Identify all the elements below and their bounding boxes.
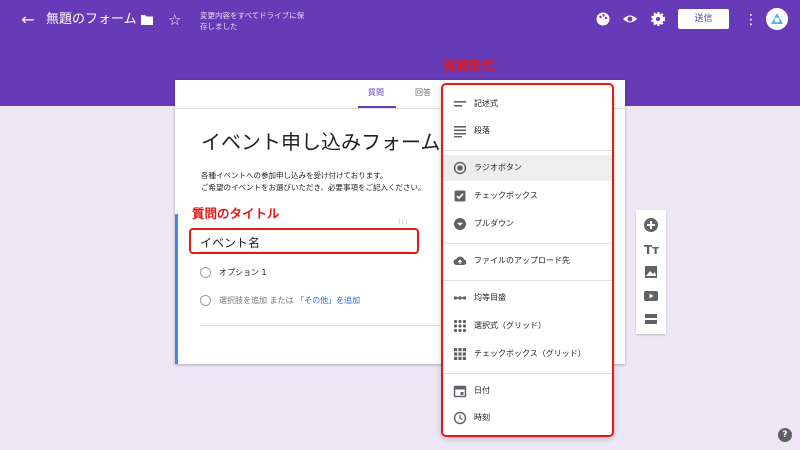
menu-item-checkbox[interactable]: チェックボックス [443,183,612,209]
more-vert-icon[interactable]: ⋮ [744,10,758,30]
menu-item-checkbox-grid[interactable]: チェックボックス（グリッド） [443,341,612,367]
add-title-icon[interactable]: Tт [643,241,659,257]
calendar-icon [453,385,467,398]
add-option-link[interactable]: 選択肢を追加 [219,296,267,305]
send-button[interactable]: 送信 [678,9,729,29]
menu-divider [443,150,612,151]
cloud-upload-icon [453,256,467,265]
avatar-icon[interactable] [766,8,788,30]
star-icon[interactable]: ☆ [168,10,181,30]
form-name[interactable]: 無題のフォーム [46,10,137,30]
menu-divider [443,280,612,281]
add-question-icon[interactable] [643,217,659,233]
form-description[interactable]: 各種イベントへの参加申し込みを受け付けております。 ご希望のイベントをお選びいた… [201,170,425,194]
add-option-row: 選択肢を追加 または 「その他」を追加 [219,295,360,306]
add-video-icon[interactable] [643,288,659,304]
checkbox-icon [454,190,466,202]
add-section-icon[interactable] [643,311,659,327]
short-text-icon [454,101,466,107]
menu-item-label: 時刻 [474,413,490,422]
form-title[interactable]: イベント申し込みフォーム [201,126,440,155]
radio-add-option-icon [200,295,211,306]
menu-item-label: 選択式（グリッド） [474,321,546,330]
menu-item-file-upload[interactable]: ファイルのアップロード先 [443,248,612,274]
help-icon[interactable]: ? [778,428,792,442]
menu-item-short-text[interactable]: 記述式 [443,91,612,117]
clock-icon [453,411,467,425]
menu-item-label: 日付 [474,386,490,395]
add-other-link[interactable]: 「その他」を追加 [296,296,360,305]
menu-divider [443,373,612,374]
menu-item-label: 段落 [474,126,490,135]
menu-divider [443,243,612,244]
question-type-callout: 質問形式 [444,58,495,73]
folder-icon[interactable] [140,12,154,28]
linear-scale-icon [453,296,467,300]
form-description-line: ご希望のイベントをお選びいただき、必要事項をご記入ください。 [201,183,426,192]
tab-responses[interactable]: 回答 [415,87,431,98]
menu-item-label: チェックボックス（グリッド） [474,349,586,358]
gear-icon[interactable] [650,11,666,27]
svg-text:Tт: Tт [644,243,659,257]
menu-item-label: チェックボックス [474,191,538,200]
menu-item-radio[interactable]: ラジオボタン [443,155,612,181]
or-text: または [269,296,294,305]
eye-icon[interactable] [622,12,638,26]
paragraph-icon [454,126,466,138]
question-title-highlight [189,228,419,254]
menu-item-label: 均等目盛 [474,293,506,302]
drag-handle-icon[interactable]: ⁞⁞⁞ [398,217,409,226]
menu-item-time[interactable]: 時刻 [443,405,612,431]
form-description-line: 各種イベントへの参加申し込みを受け付けております。 [201,171,388,180]
question-type-menu: 記述式 段落 ラジオボタン チェックボックス プルダウン ファイルのアップロード… [441,83,614,437]
menu-item-label: 記述式 [474,99,498,108]
option-1-label[interactable]: オプション 1 [219,267,267,278]
menu-item-label: プルダウン [474,219,514,228]
menu-item-date[interactable]: 日付 [443,378,612,404]
add-image-icon[interactable] [643,264,659,280]
menu-item-multiple-choice-grid[interactable]: 選択式（グリッド） [443,313,612,339]
menu-item-linear-scale[interactable]: 均等目盛 [443,285,612,311]
tab-questions[interactable]: 質問 [368,87,384,98]
menu-item-dropdown[interactable]: プルダウン [443,211,612,237]
question-title-callout: 質問のタイトル [192,206,280,221]
side-toolbar: Tт [636,210,666,334]
menu-item-paragraph[interactable]: 段落 [443,118,612,144]
radio-option-icon [200,267,211,278]
back-arrow-icon[interactable]: ← [18,10,38,30]
save-status: 変更内容をすべてドライブに保存しました [200,11,305,31]
radio-button-icon [453,161,467,175]
grid-icon [453,319,467,333]
menu-item-label: ファイルのアップロード先 [474,256,570,265]
palette-icon[interactable] [596,12,610,26]
checkbox-grid-icon [454,348,466,360]
menu-item-label: ラジオボタン [474,163,522,172]
dropdown-icon [454,218,466,230]
